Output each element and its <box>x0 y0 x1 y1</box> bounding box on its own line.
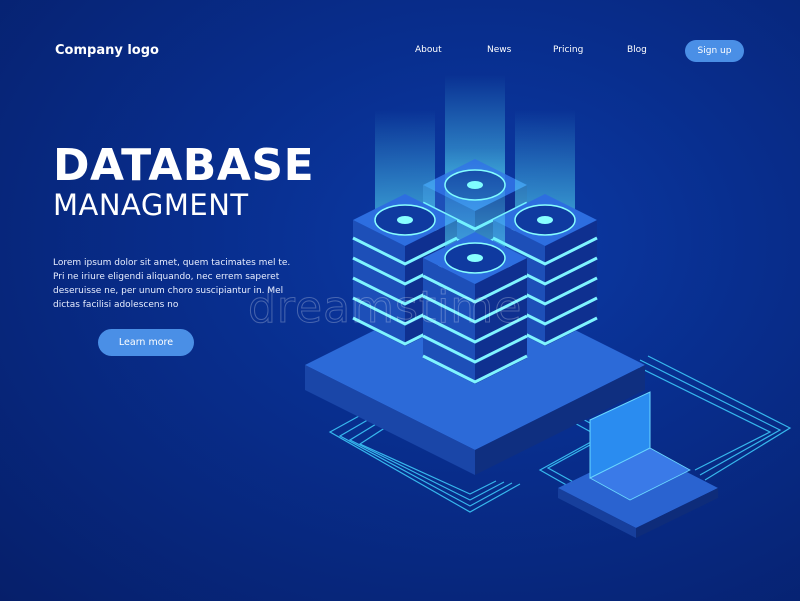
hero-subtitle: MANAGMENT <box>53 188 249 222</box>
learn-more-button[interactable]: Learn more <box>98 329 194 356</box>
nav-news[interactable]: News <box>487 45 511 55</box>
hero-description: Lorem ipsum dolor sit amet, quem tacimat… <box>53 258 291 310</box>
company-logo[interactable]: Company logo <box>55 43 159 58</box>
nav-about[interactable]: About <box>415 45 442 55</box>
nav-pricing[interactable]: Pricing <box>553 45 583 55</box>
top-nav: Company logo About News Pricing Blog Sig… <box>0 0 800 100</box>
sign-up-button[interactable]: Sign up <box>685 40 744 62</box>
hero-title: DATABASE <box>53 140 315 191</box>
nav-blog[interactable]: Blog <box>627 45 647 55</box>
